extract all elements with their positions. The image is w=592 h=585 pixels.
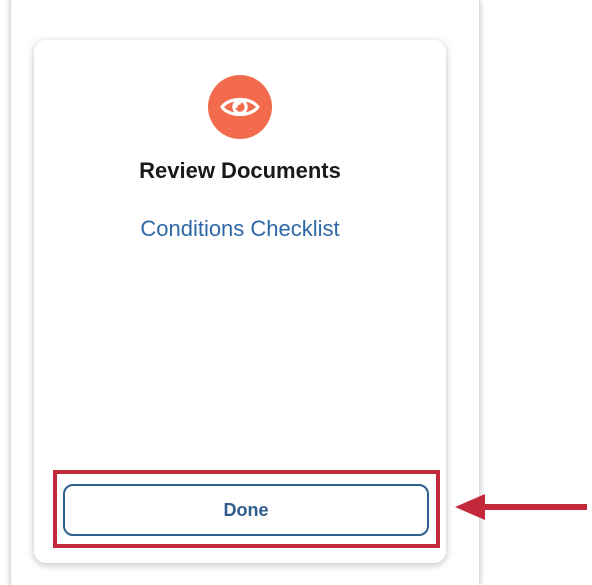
card-title: Review Documents <box>139 158 341 183</box>
arrow-left-icon <box>455 494 587 520</box>
eye-icon <box>208 75 272 139</box>
conditions-checklist-link[interactable]: Conditions Checklist <box>34 216 446 242</box>
done-button[interactable]: Done <box>63 484 429 536</box>
